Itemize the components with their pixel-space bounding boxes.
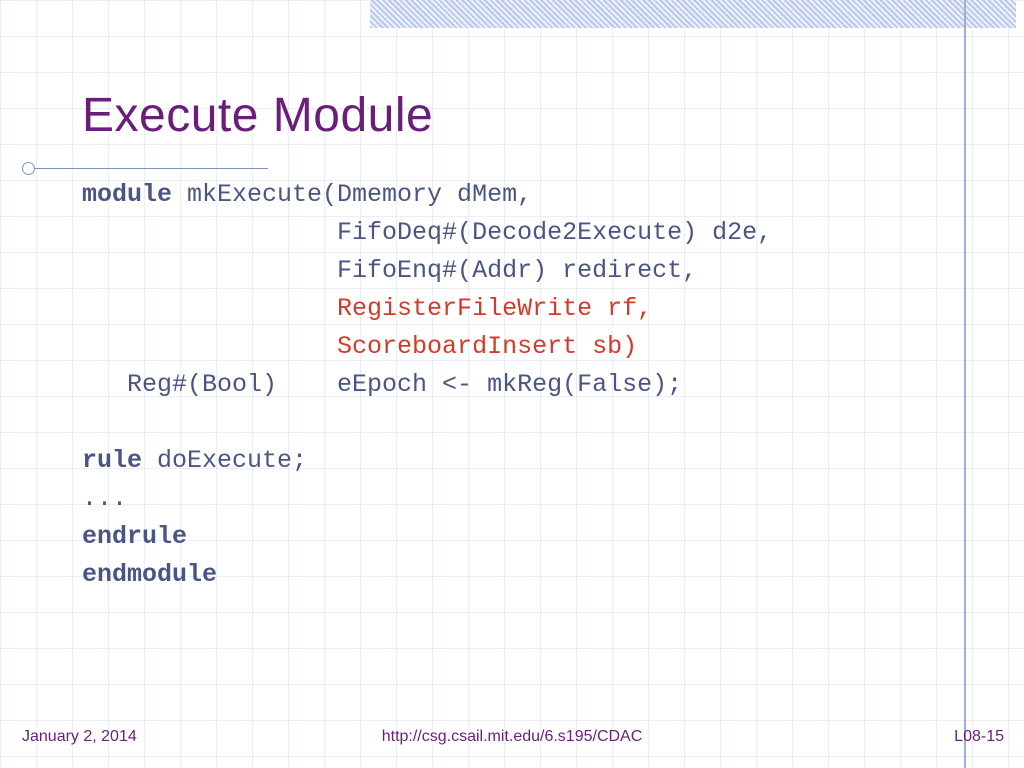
code-line-8: ...: [82, 484, 127, 513]
keyword-endrule: endrule: [82, 522, 187, 551]
code-line-3: FifoEnq#(Addr) redirect,: [82, 256, 697, 285]
slide-title: Execute Module: [82, 92, 944, 140]
title-underline-circle-icon: [22, 162, 35, 175]
code-blank-line: [82, 408, 97, 437]
title-underline: [28, 160, 268, 176]
code-line-4-highlight: RegisterFileWrite rf,: [82, 294, 652, 323]
slide-content: Execute Module module mkExecute(Dmemory …: [0, 0, 1024, 768]
code-line-2: FifoDeq#(Decode2Execute) d2e,: [82, 218, 772, 247]
keyword-endmodule: endmodule: [82, 560, 217, 589]
keyword-rule: rule: [82, 446, 142, 475]
title-area: Execute Module: [82, 92, 944, 140]
code-line-1-rest: mkExecute(Dmemory dMem,: [172, 180, 532, 209]
code-block: module mkExecute(Dmemory dMem, FifoDeq#(…: [82, 176, 944, 594]
code-line-5-highlight: ScoreboardInsert sb): [82, 332, 637, 361]
code-line-7-rest: doExecute;: [142, 446, 307, 475]
code-line-6: Reg#(Bool) eEpoch <- mkReg(False);: [82, 370, 682, 399]
footer-url: http://csg.csail.mit.edu/6.s195/CDAC: [0, 728, 1024, 746]
keyword-module: module: [82, 180, 172, 209]
footer-page-number: L08-15: [954, 728, 1004, 746]
title-underline-line: [28, 168, 268, 169]
